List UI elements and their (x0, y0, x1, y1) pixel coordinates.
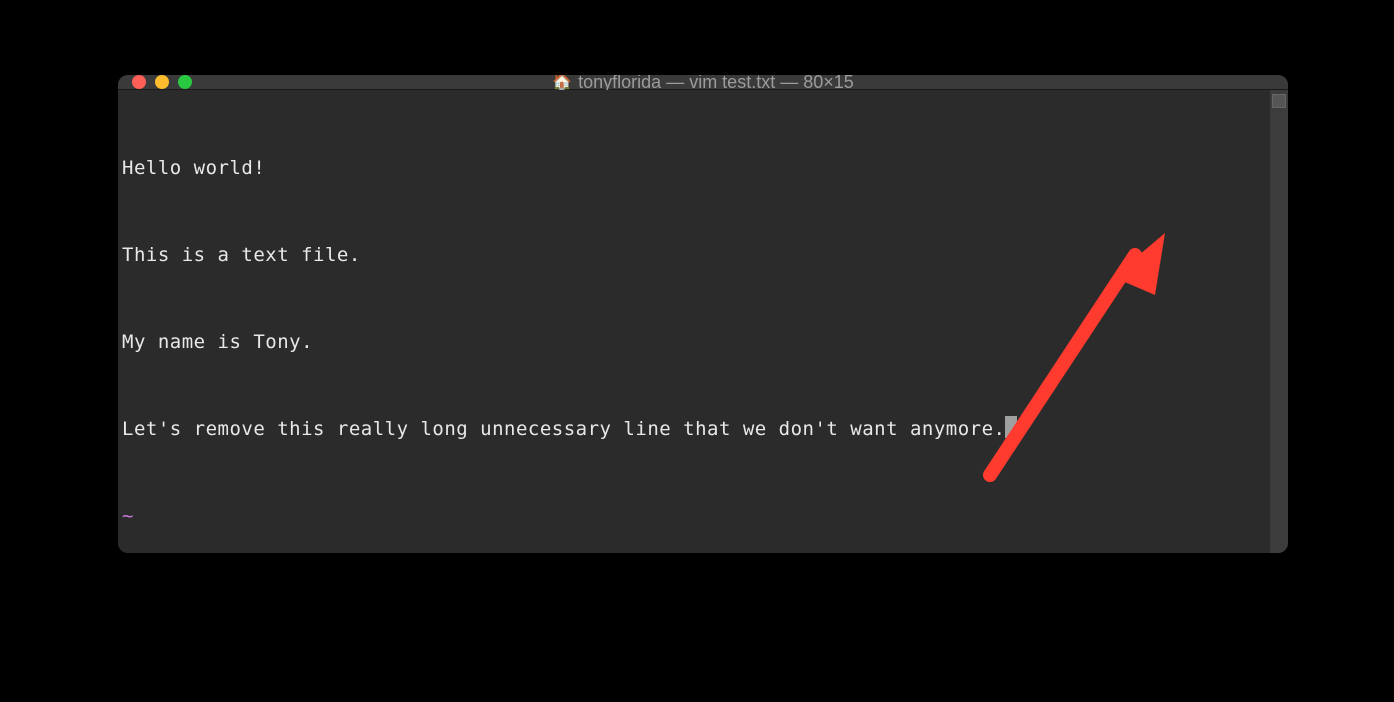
cursor (1005, 416, 1017, 438)
close-button[interactable] (132, 75, 146, 89)
empty-line-tilde: ~ (122, 502, 1266, 531)
maximize-button[interactable] (178, 75, 192, 89)
editor-line[interactable]: Hello world! (122, 154, 1266, 183)
scrollbar-marker-icon (1272, 94, 1286, 108)
editor-content[interactable]: Hello world! This is a text file. My nam… (118, 90, 1270, 553)
editor-line[interactable]: This is a text file. (122, 241, 1266, 270)
editor-line[interactable]: Let's remove this really long unnecessar… (122, 415, 1266, 444)
terminal-window: 🏠 tonyflorida — vim test.txt — 80×15 Hel… (118, 75, 1288, 553)
editor-line[interactable]: My name is Tony. (122, 328, 1266, 357)
minimize-button[interactable] (155, 75, 169, 89)
traffic-lights (132, 75, 192, 89)
titlebar[interactable]: 🏠 tonyflorida — vim test.txt — 80×15 (118, 75, 1288, 90)
scrollbar[interactable] (1270, 90, 1288, 553)
terminal-body: Hello world! This is a text file. My nam… (118, 90, 1288, 553)
